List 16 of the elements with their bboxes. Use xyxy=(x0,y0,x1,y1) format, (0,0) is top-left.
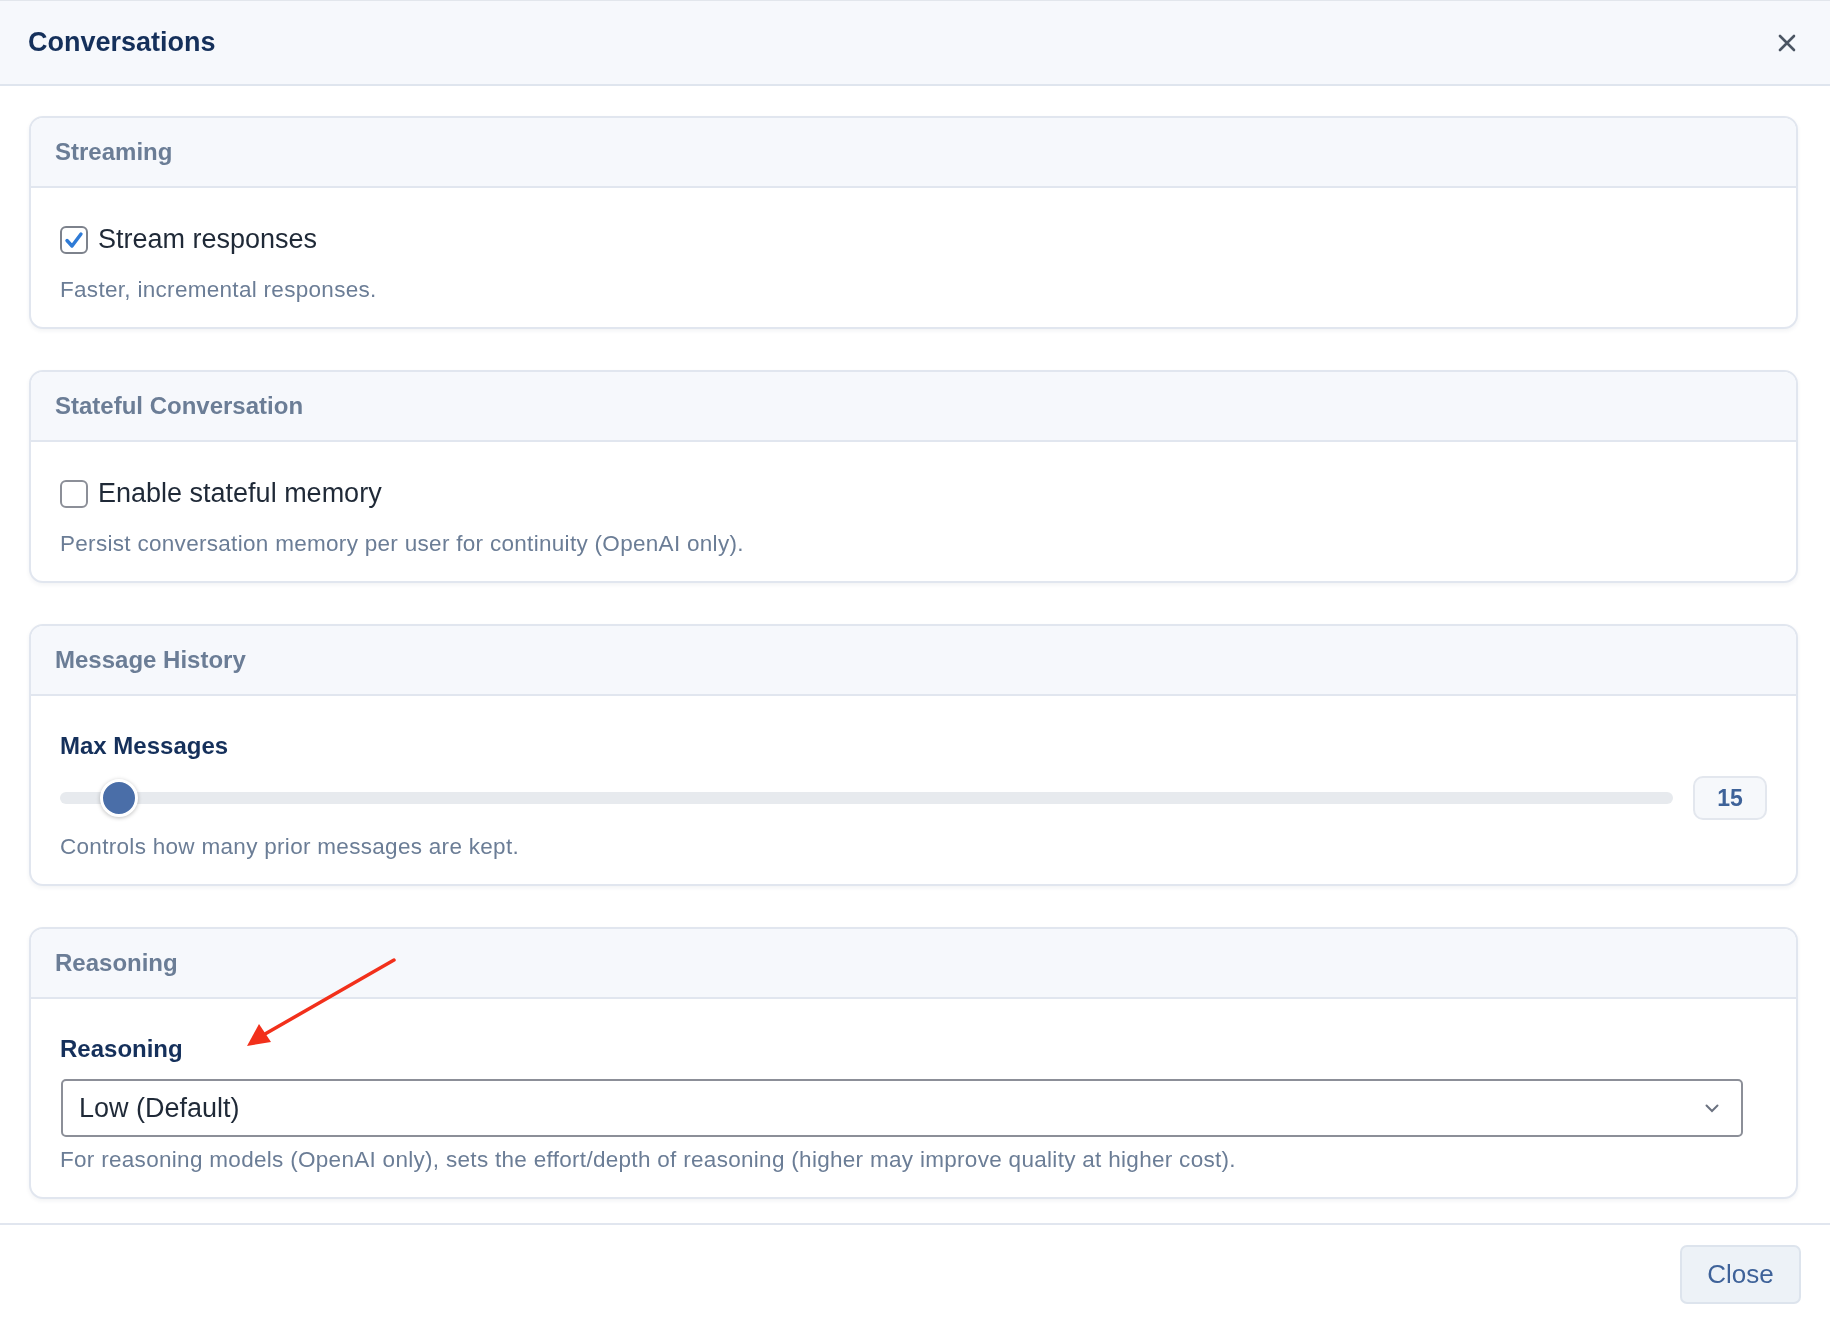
section-title: Stateful Conversation xyxy=(55,392,304,420)
section-title: Message History xyxy=(55,646,246,674)
close-button[interactable]: Close xyxy=(1680,1245,1801,1304)
field-label: Reasoning xyxy=(60,1035,184,1063)
field-label: Max Messages xyxy=(60,732,230,760)
section-title: Reasoning xyxy=(55,949,178,977)
help-text: Faster, incremental responses. xyxy=(60,277,378,303)
help-text: Persist conversation memory per user for continuity (OpenAI only). xyxy=(60,531,745,557)
dialog-title: Conversations xyxy=(28,27,216,58)
help-text: For reasoning models (OpenAI only), sets the effort/depth of reasoning (higher may improve quality at higher cost). xyxy=(60,1147,1237,1173)
help-text: Controls how many prior messages are kept. xyxy=(60,834,521,860)
value-badge: 15 xyxy=(1693,776,1767,820)
checkbox-label[interactable]: Enable stateful memory xyxy=(98,478,382,509)
section-title: Streaming xyxy=(55,138,173,166)
checkbox-label[interactable]: Stream responses xyxy=(98,224,318,255)
reasoning-dropdown[interactable]: Low (Default) xyxy=(61,1079,1743,1137)
